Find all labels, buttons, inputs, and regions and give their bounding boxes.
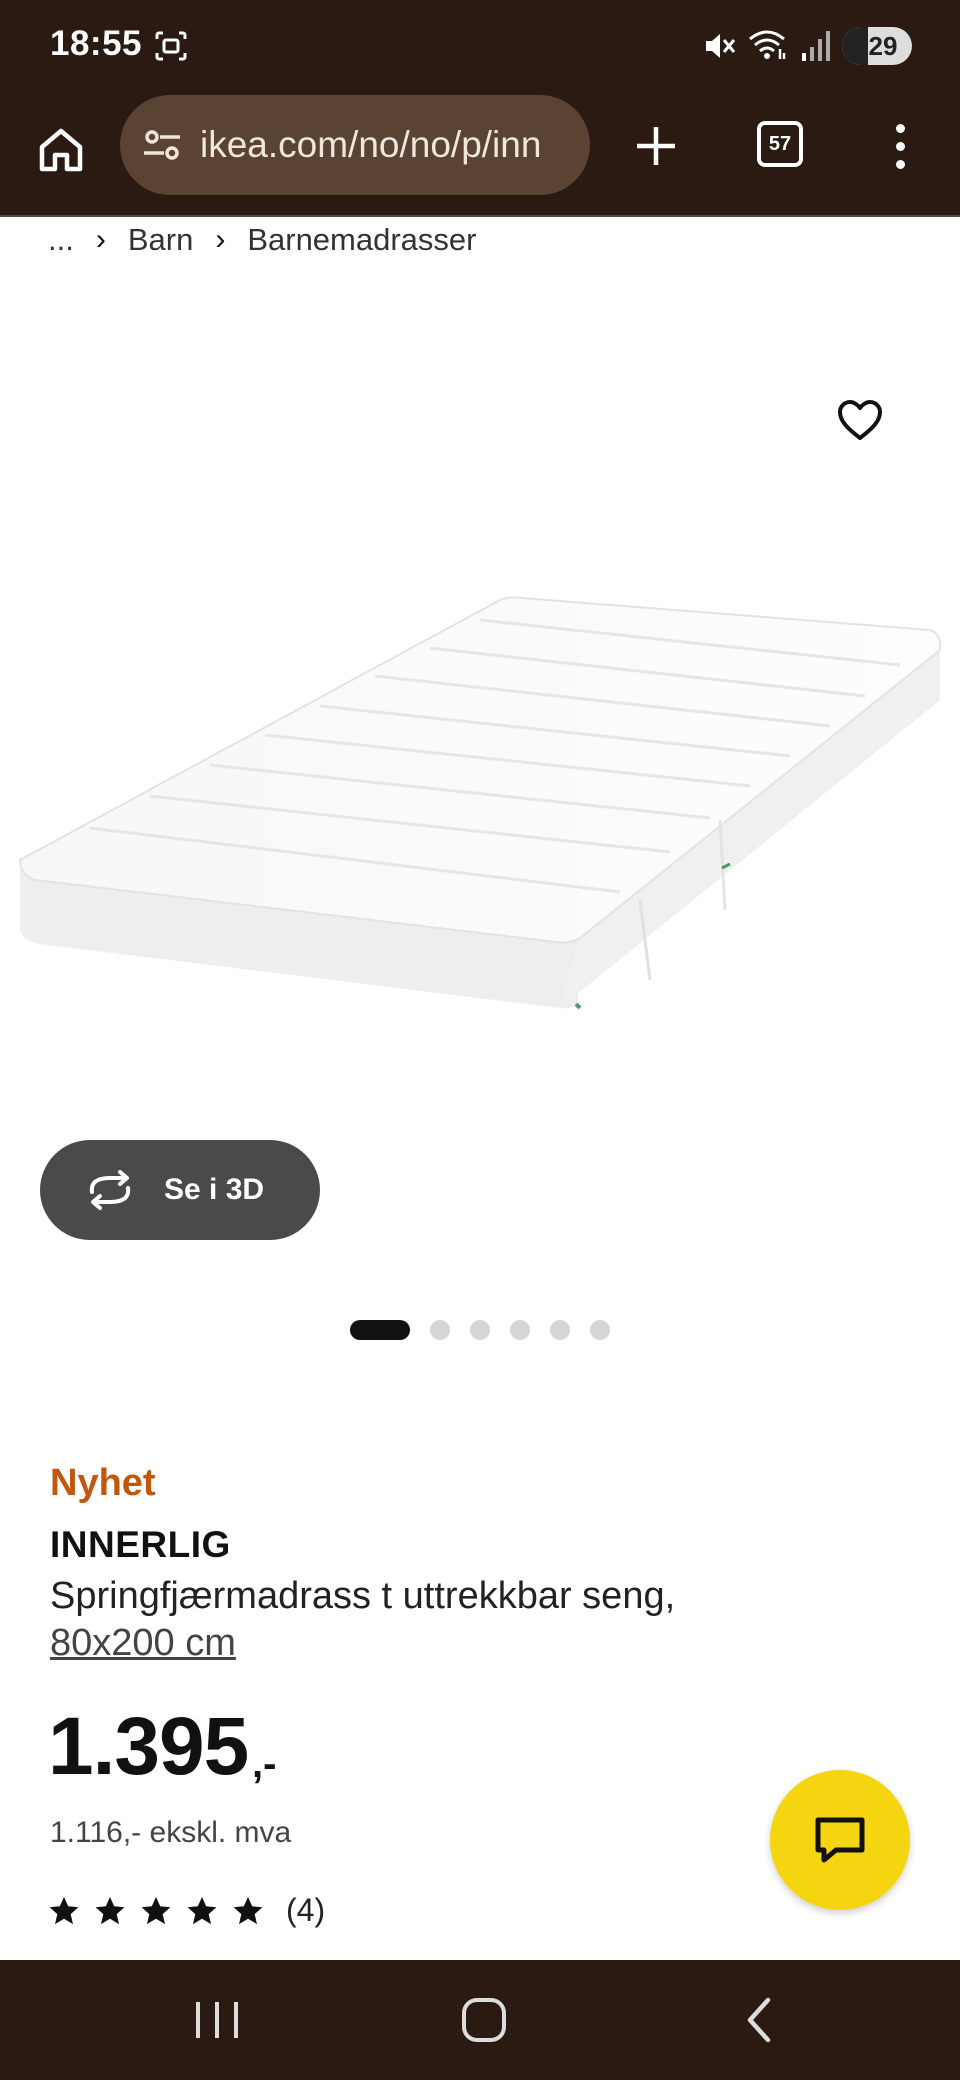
- more-icon-dot: [895, 123, 905, 133]
- new-tab-button[interactable]: [625, 115, 687, 177]
- view-3d-button[interactable]: Se i 3D: [40, 1140, 320, 1240]
- product-image[interactable]: [0, 560, 960, 1030]
- favorite-button[interactable]: [832, 392, 888, 448]
- chat-icon: [815, 1817, 865, 1863]
- browser-toolbar: ikea.com/no/no/p/inn 57: [0, 95, 960, 217]
- breadcrumb-item-barn[interactable]: Barn: [128, 222, 193, 258]
- carousel-dot-active[interactable]: [350, 1320, 410, 1340]
- status-icons: 29: [702, 24, 912, 68]
- more-menu-button[interactable]: [880, 115, 920, 177]
- rating-count: (4): [286, 1892, 326, 1928]
- more-icon-dot: [895, 159, 905, 169]
- more-icon-dot: [895, 141, 905, 151]
- status-bar: 18:55 29: [0, 0, 960, 95]
- chevron-right-icon: ›: [215, 223, 226, 256]
- home-button[interactable]: [30, 119, 92, 181]
- carousel-dot[interactable]: [550, 1320, 570, 1340]
- chevron-right-icon: ›: [95, 223, 106, 256]
- star-icon: [141, 1896, 171, 1924]
- battery-level: 29: [868, 30, 898, 61]
- url-text: ikea.com/no/no/p/inn: [200, 124, 542, 165]
- home-nav-button[interactable]: [462, 1998, 506, 2042]
- system-nav-bar: [0, 1960, 960, 2080]
- breadcrumb-item-barnemadrasser[interactable]: Barnemadrasser: [247, 222, 476, 258]
- carousel-dot[interactable]: [470, 1320, 490, 1340]
- product-size-link[interactable]: 80x200 cm: [50, 1622, 236, 1665]
- tab-count: 57: [768, 132, 792, 155]
- recents-button[interactable]: [196, 2002, 238, 2038]
- signal-icon: [802, 31, 830, 61]
- tab-switcher-button[interactable]: 57: [757, 121, 803, 167]
- chat-button[interactable]: [770, 1770, 910, 1910]
- rotate-3d-icon: [89, 1170, 131, 1210]
- product-name: INNERLIG: [50, 1524, 231, 1565]
- new-badge: Nyhet: [50, 1462, 156, 1504]
- carousel-dot[interactable]: [510, 1320, 530, 1340]
- product-rating[interactable]: (4): [48, 1892, 325, 1929]
- site-settings-icon[interactable]: [140, 123, 184, 167]
- star-icon: [187, 1896, 217, 1924]
- breadcrumb-ellipsis[interactable]: ...: [48, 222, 74, 258]
- star-icon: [49, 1896, 79, 1924]
- price-suffix: ,-: [252, 1742, 277, 1786]
- carousel-dot[interactable]: [430, 1320, 450, 1340]
- price-excl-vat: 1.116,- ekskl. mva: [50, 1816, 292, 1849]
- status-time: 18:55: [50, 24, 143, 63]
- plus-icon: [637, 127, 675, 165]
- screenshot-icon: [155, 31, 187, 61]
- mute-icon: [706, 34, 736, 58]
- product-price: 1.395: [48, 1701, 249, 1792]
- address-bar[interactable]: ikea.com/no/no/p/inn: [120, 95, 590, 195]
- breadcrumb: ... › Barn › Barnemadrasser: [48, 220, 476, 260]
- star-icon: [95, 1896, 125, 1924]
- wifi-icon: [749, 30, 786, 59]
- product-description: Springfjærmadrass t uttrekkbar seng,: [50, 1575, 676, 1617]
- carousel-dot[interactable]: [590, 1320, 610, 1340]
- carousel-indicator: [350, 1320, 610, 1340]
- heart-icon: [838, 400, 882, 440]
- home-icon: [39, 128, 83, 172]
- star-icon: [233, 1896, 263, 1924]
- view-3d-label: Se i 3D: [164, 1173, 265, 1206]
- back-button[interactable]: [740, 1996, 780, 2044]
- battery-icon: 29: [842, 27, 912, 65]
